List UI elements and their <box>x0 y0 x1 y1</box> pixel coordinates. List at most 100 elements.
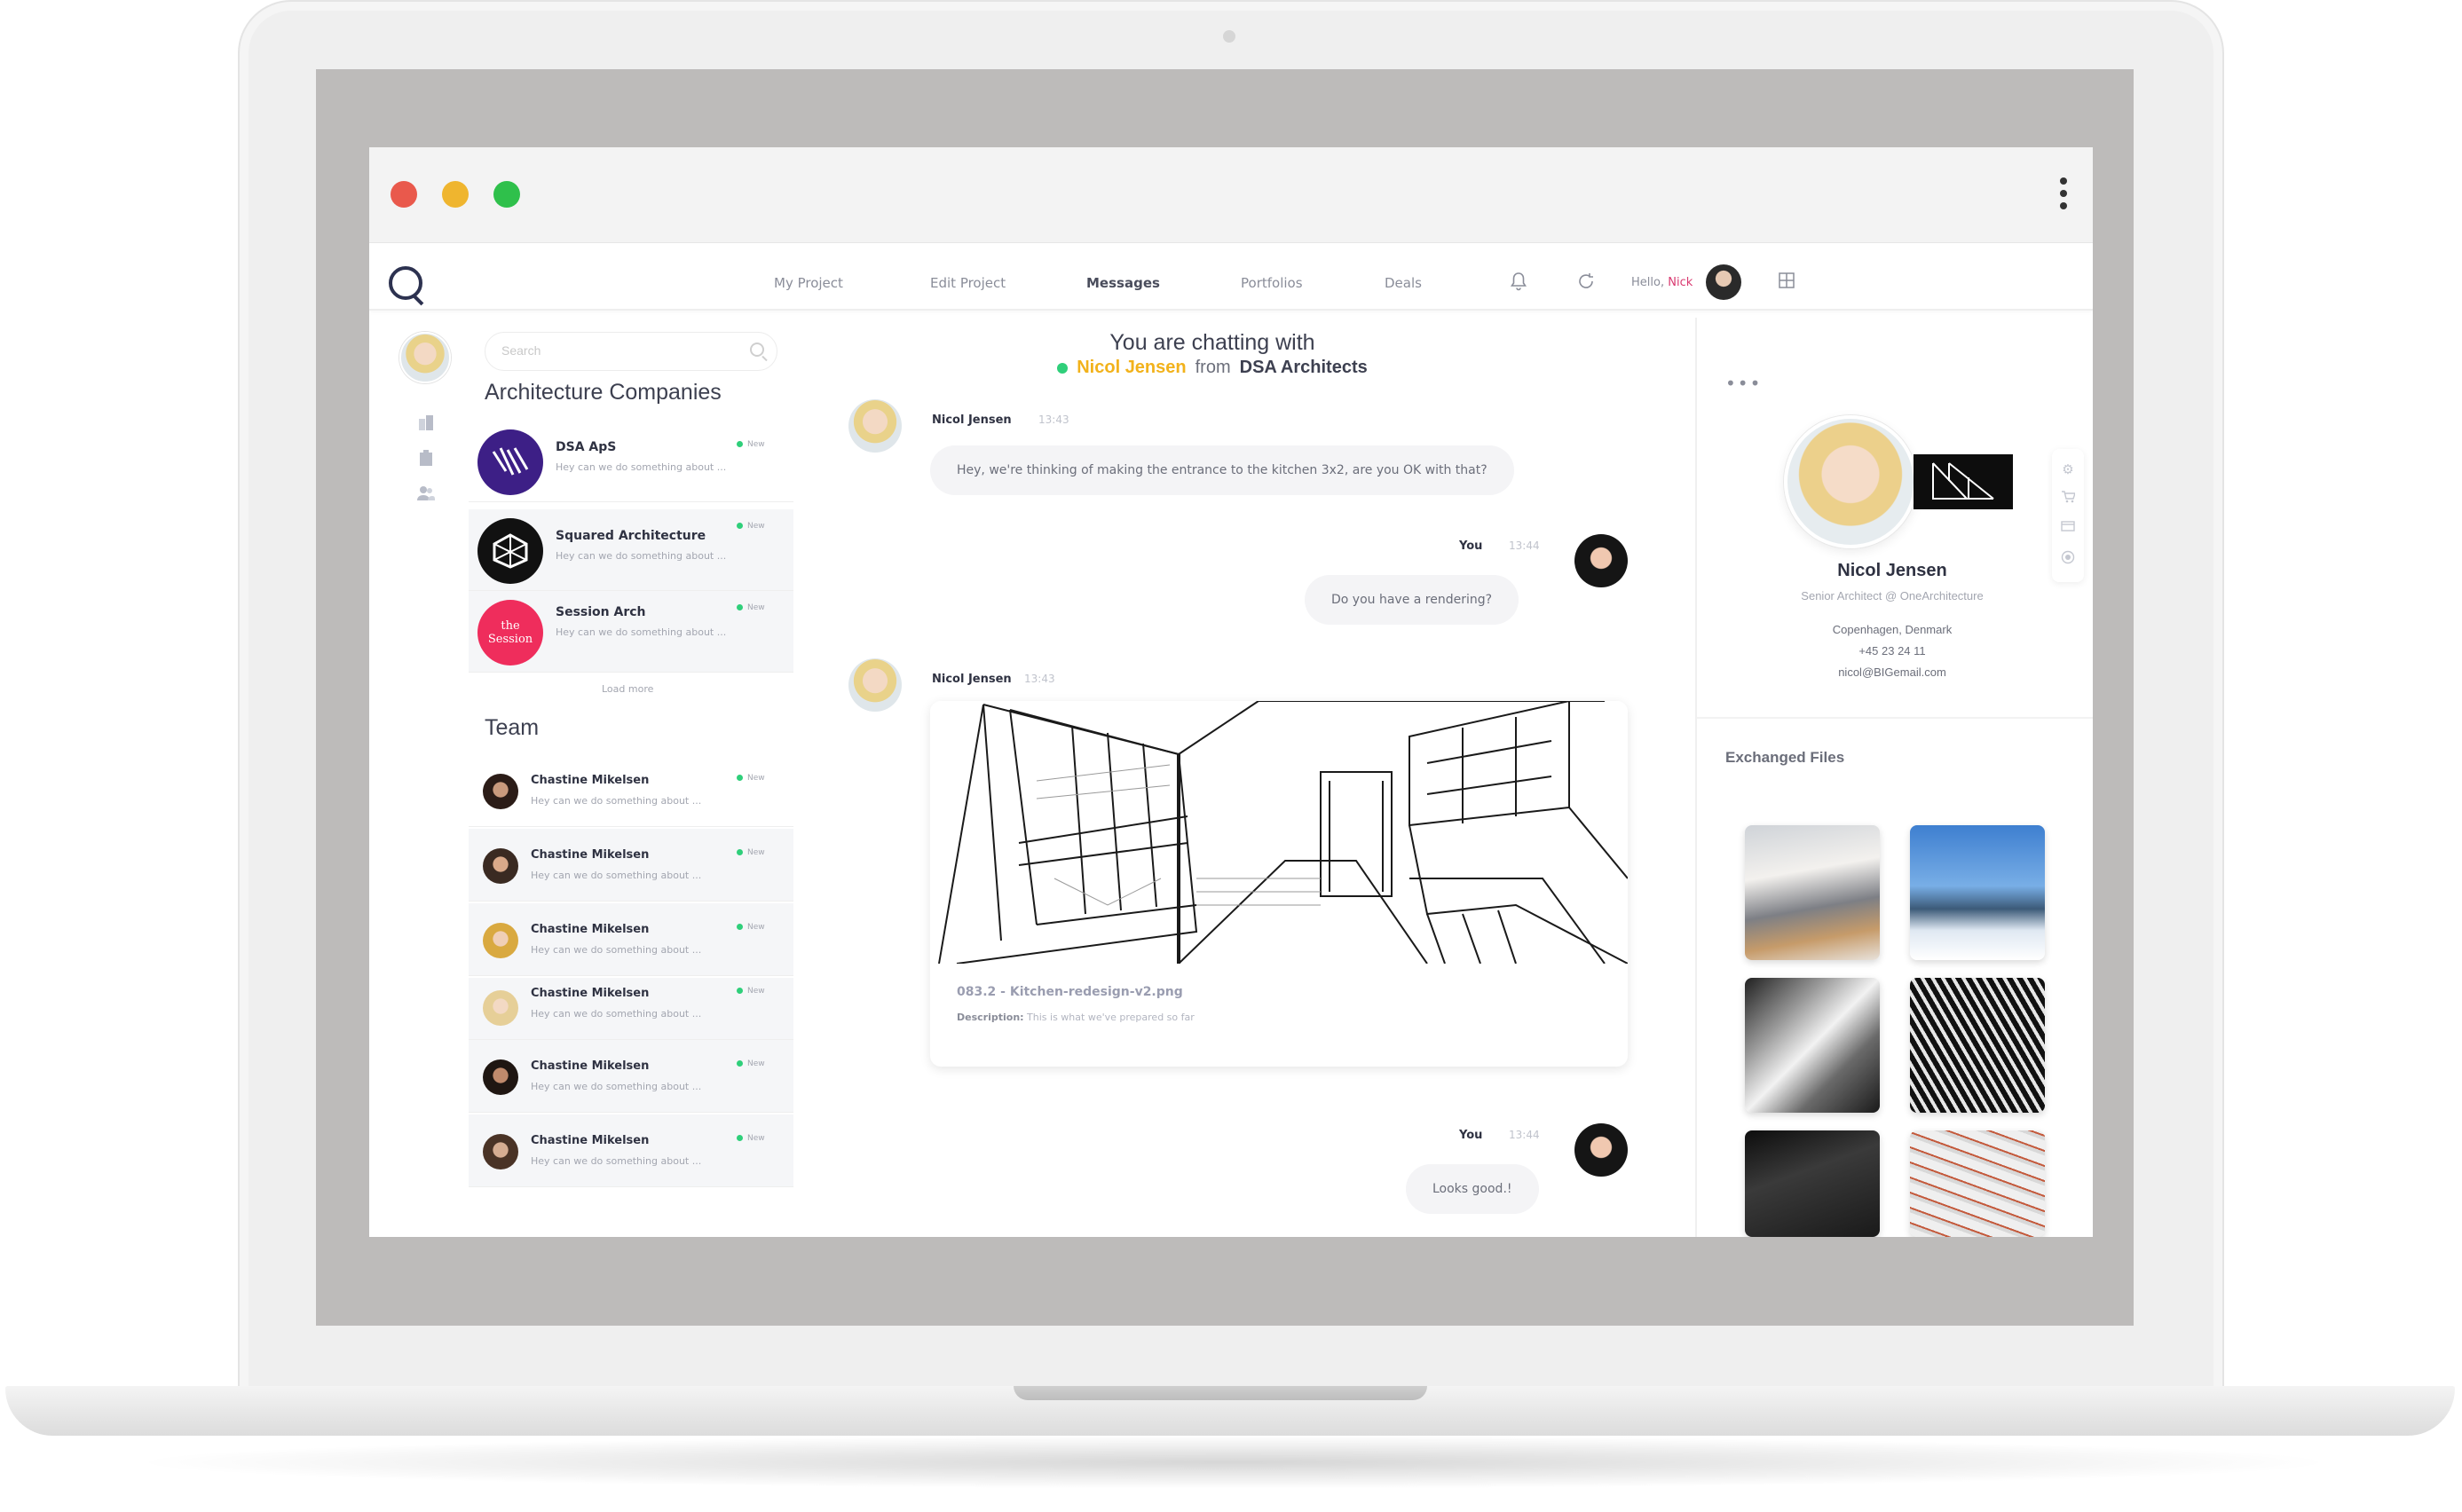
profile-phone[interactable]: +45 23 24 11 <box>1695 644 2089 658</box>
company-logo-session: the Session <box>477 600 543 665</box>
user-greeting: Hello, Nick <box>1631 276 1693 289</box>
profile-avatar[interactable] <box>1784 415 1917 548</box>
exchanged-file-thumbnail[interactable] <box>1745 978 1880 1113</box>
load-more-link[interactable]: Load more <box>602 683 653 695</box>
grid-icon[interactable] <box>1777 272 1796 291</box>
my-message-avatar[interactable] <box>1574 1123 1628 1177</box>
chat-contact-name[interactable]: Nicol Jensen <box>1077 358 1186 377</box>
app-logo[interactable] <box>389 266 422 300</box>
window-menu-icon[interactable] <box>2059 177 2068 213</box>
team-row[interactable]: Chastine Mikelsen Hey can we do somethin… <box>469 978 793 1040</box>
cart-icon[interactable] <box>2060 490 2076 506</box>
team-section-title: Team <box>485 715 540 740</box>
laptop-shadow <box>124 1436 2343 1489</box>
message-bubble: Do you have a rendering? <box>1305 575 1519 625</box>
team-avatar <box>483 1059 518 1095</box>
bell-icon[interactable] <box>1509 272 1528 291</box>
user-name[interactable]: Nick <box>1668 276 1693 289</box>
nicol-avatar[interactable] <box>848 399 902 453</box>
message-snippet: Hey can we do something about ... <box>531 870 702 881</box>
refresh-icon[interactable] <box>1576 272 1596 291</box>
user-avatar[interactable] <box>1706 264 1741 300</box>
exchanged-file-thumbnail[interactable] <box>1910 1130 2045 1237</box>
window-titlebar <box>369 147 2093 243</box>
top-navigation: My Project Edit Project Messages Portfol… <box>369 243 2093 311</box>
search-field[interactable] <box>485 332 777 371</box>
my-message-avatar[interactable] <box>1574 534 1628 587</box>
chat-header: You are chatting with Nicol Jensen from DS… <box>990 330 1434 378</box>
new-badge: New <box>737 774 765 783</box>
new-badge: New <box>737 1134 765 1143</box>
new-badge: New <box>737 522 765 531</box>
message-snippet: Hey can we do something about ... <box>531 1155 702 1167</box>
chat-header-contact-line: Nicol Jensen from DSA Architects <box>990 358 1434 378</box>
company-icon[interactable] <box>415 449 437 470</box>
nav-my-project[interactable]: My Project <box>774 275 843 291</box>
company-logo-squared <box>477 518 543 584</box>
new-badge: New <box>737 987 765 996</box>
exchanged-file-thumbnail[interactable] <box>1745 1130 1880 1237</box>
message-time: 13:44 <box>1509 539 1540 552</box>
message-author: Nicol Jensen <box>932 413 1012 427</box>
close-window-button[interactable] <box>391 181 417 208</box>
profile-email[interactable]: nicol@BIGemail.com <box>1695 665 2089 679</box>
more-options-icon[interactable]: ••• <box>1725 373 1762 394</box>
new-badge: New <box>737 603 765 612</box>
my-avatar[interactable] <box>399 332 451 383</box>
maximize-window-button[interactable] <box>493 181 520 208</box>
buildings-icon[interactable] <box>415 413 437 435</box>
card-icon[interactable] <box>2060 520 2076 536</box>
nav-portfolios[interactable]: Portfolios <box>1241 275 1303 291</box>
company-name: DSA ApS <box>556 440 617 454</box>
camera-icon <box>1223 30 1235 43</box>
message-author: Nicol Jensen <box>932 673 1012 686</box>
search-input[interactable] <box>501 343 732 358</box>
file-name[interactable]: 083.2 - Kitchen-redesign-v2.png <box>957 985 1183 999</box>
team-icon[interactable] <box>415 484 437 506</box>
file-description: Description: This is what we've prepared… <box>957 1012 1195 1023</box>
panel-divider <box>1697 717 2093 719</box>
message-bubble: Looks good.! <box>1406 1164 1539 1214</box>
rendering-preview-image[interactable] <box>930 701 1628 965</box>
team-row[interactable]: Chastine Mikelsen Hey can we do somethin… <box>469 1114 793 1187</box>
message-time: 13:43 <box>1038 413 1069 426</box>
team-row[interactable]: Chastine Mikelsen Hey can we do somethin… <box>469 1040 793 1113</box>
team-member-name: Chastine Mikelsen <box>531 923 650 936</box>
settings-icon[interactable]: ⚙ <box>2060 461 2076 477</box>
message-author: You <box>1459 1129 1483 1142</box>
team-row[interactable]: Chastine Mikelsen Hey can we do somethin… <box>469 903 793 976</box>
team-row[interactable]: Chastine Mikelsen Hey can we do somethin… <box>469 829 793 902</box>
exchanged-file-thumbnail[interactable] <box>1745 825 1880 960</box>
nicol-avatar[interactable] <box>848 658 902 712</box>
exchanged-file-thumbnail[interactable] <box>1910 825 2045 960</box>
new-badge: New <box>737 848 765 857</box>
nav-deals[interactable]: Deals <box>1385 275 1422 291</box>
exchanged-file-thumbnail[interactable] <box>1910 978 2045 1113</box>
company-name: Squared Architecture <box>556 529 706 543</box>
company-name: Session Arch <box>556 605 646 619</box>
company-row-squared[interactable]: Squared Architecture Hey can we do somet… <box>469 509 793 591</box>
search-icon <box>750 343 764 357</box>
company-row-session[interactable]: the Session Session Arch Hey can we do s… <box>469 591 793 673</box>
team-row[interactable]: Chastine Mikelsen Hey can we do somethin… <box>469 754 793 827</box>
message-snippet: Hey can we do something about ... <box>531 944 702 956</box>
team-avatar <box>483 848 518 884</box>
new-badge: New <box>737 923 765 932</box>
companies-section-title: Architecture Companies <box>485 380 722 405</box>
chat-company-name[interactable]: DSA Architects <box>1240 358 1368 377</box>
team-avatar <box>483 990 518 1026</box>
message-time: 13:44 <box>1509 1129 1540 1141</box>
company-logo-dsa <box>477 429 543 495</box>
nav-messages[interactable]: Messages <box>1086 275 1160 291</box>
message-snippet: Hey can we do something about ... <box>556 461 727 473</box>
minimize-window-button[interactable] <box>442 181 469 208</box>
chat-from-label: from <box>1195 358 1231 377</box>
team-member-name: Chastine Mikelsen <box>531 1059 650 1073</box>
exchanged-files-title: Exchanged Files <box>1725 749 1845 766</box>
file-attachment-card[interactable]: 083.2 - Kitchen-redesign-v2.png Descript… <box>930 701 1628 1067</box>
company-row-dsa[interactable]: DSA ApS Hey can we do something about ..… <box>469 421 793 502</box>
message-snippet: Hey can we do something about ... <box>556 550 727 562</box>
new-badge: New <box>737 440 765 449</box>
nav-edit-project[interactable]: Edit Project <box>930 275 1006 291</box>
message-snippet: Hey can we do something about ... <box>556 626 727 638</box>
